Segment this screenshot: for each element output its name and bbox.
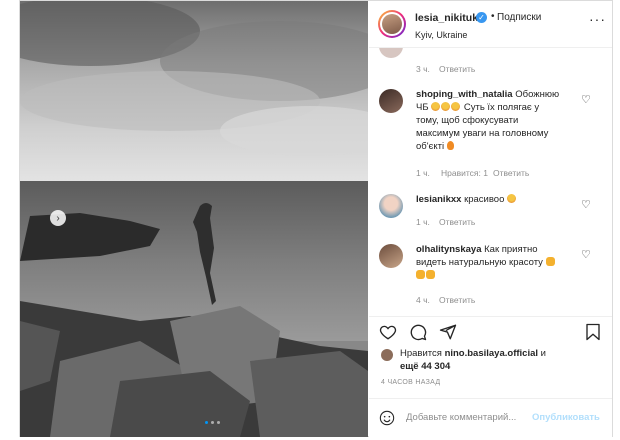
comment-text: красивоо: [464, 194, 505, 205]
clapping-hands-emoji-icon: [426, 270, 435, 279]
like-comment-heart-icon[interactable]: ♡: [581, 248, 591, 261]
heart-eyes-emoji-icon: [507, 194, 516, 203]
like-comment-heart-icon[interactable]: ♡: [581, 93, 591, 106]
post-header: lesia_nikituk ✓ • Подписки Kyiv, Ukraine…: [369, 1, 612, 48]
carousel-dot: [217, 421, 220, 424]
reply-button[interactable]: Ответить: [493, 168, 529, 178]
post-side-panel: lesia_nikituk ✓ • Подписки Kyiv, Ukraine…: [369, 1, 612, 437]
like-comment-heart-icon[interactable]: ♡: [581, 198, 591, 211]
add-comment-bar: Добавьте комментарий... Опубликовать: [369, 398, 612, 438]
author-avatar[interactable]: [378, 10, 406, 38]
carousel-indicator: [205, 421, 220, 424]
clapping-hands-emoji-icon: [416, 270, 425, 279]
comment-text: тому, щоб сфокусувати: [416, 115, 519, 126]
carousel-dot: [205, 421, 208, 424]
post-action-bar: [369, 316, 612, 347]
comment-text: видеть натуральную красоту: [416, 257, 543, 268]
fire-emoji-icon: [446, 141, 454, 150]
comment-item: shoping_with_natalia Обожнюю ЧБ Суть їх …: [369, 88, 612, 186]
post-timestamp[interactable]: 4 ЧАСОВ НАЗАД: [381, 379, 440, 386]
commenter-username[interactable]: shoping_with_natalia: [416, 89, 513, 100]
likes-prefix: Нравится: [400, 348, 442, 359]
publish-button[interactable]: Опубликовать: [532, 412, 600, 423]
heart-eyes-emoji-icon: [431, 102, 441, 111]
comment-text: об'єкті: [416, 141, 445, 152]
commenter-username[interactable]: olhalitynskaya: [416, 244, 481, 255]
reply-button[interactable]: Ответить: [439, 295, 475, 305]
liker-avatar[interactable]: [381, 349, 393, 361]
carousel-dot: [211, 421, 214, 424]
share-paper-plane-icon[interactable]: [439, 323, 457, 341]
like-heart-icon[interactable]: [379, 323, 397, 341]
comment-text: Обожнюю: [515, 89, 560, 100]
comment-time: 1 ч.: [416, 168, 430, 178]
more-horizontal-icon[interactable]: ···: [589, 11, 606, 27]
save-bookmark-icon[interactable]: [585, 323, 601, 341]
comment-text: максимум уваги на головному: [416, 128, 549, 139]
comment-item: lesianikxx красивоо ♡ 1 ч. Ответить: [369, 193, 612, 233]
clapping-hands-emoji-icon: [545, 257, 555, 266]
comment-likes-count[interactable]: Нравится: 1: [441, 168, 488, 178]
comment-time: 3 ч.: [416, 64, 430, 74]
post-location[interactable]: Kyiv, Ukraine: [415, 30, 467, 40]
follow-status-button[interactable]: Подписки: [497, 12, 541, 23]
comment-input[interactable]: Добавьте комментарий...: [406, 412, 516, 423]
heart-eyes-emoji-icon: [451, 102, 461, 111]
likes-count[interactable]: ещё 44 304: [400, 361, 450, 372]
commenter-username[interactable]: lesianikxx: [416, 194, 461, 205]
comments-list[interactable]: 3 ч. Ответить shoping_with_natalia Обожн…: [369, 48, 612, 316]
photo-image: [20, 1, 368, 437]
commenter-avatar[interactable]: [379, 244, 403, 268]
comment-time: 1 ч.: [416, 217, 430, 227]
comment-text: ЧБ: [416, 102, 429, 113]
reply-button[interactable]: Ответить: [439, 64, 475, 74]
comment-item: 3 ч. Ответить: [369, 48, 612, 76]
commenter-avatar[interactable]: [379, 89, 403, 113]
verified-check-icon: ✓: [476, 12, 487, 23]
comment-time: 4 ч.: [416, 295, 430, 305]
instagram-post-modal: › lesia_nikituk ✓ • Подписки Kyiv, Ukrai…: [0, 0, 620, 440]
comment-text: Как приятно: [484, 244, 538, 255]
liker-username[interactable]: nino.basilaya.official: [445, 348, 538, 359]
separator-bullet: •: [491, 11, 495, 22]
comment-text: Суть їх полягає у: [463, 102, 540, 113]
comment-item: olhalitynskaya Как приятно видеть натура…: [369, 243, 612, 313]
comment-bubble-icon[interactable]: [409, 323, 427, 341]
post-photo[interactable]: ›: [20, 1, 368, 437]
emoji-smile-icon[interactable]: [379, 410, 395, 426]
likes-conjunction: и: [540, 348, 546, 359]
chevron-right-icon: ›: [56, 212, 60, 224]
heart-eyes-emoji-icon: [441, 102, 451, 111]
carousel-next-button[interactable]: ›: [50, 210, 66, 226]
commenter-avatar[interactable]: [379, 48, 403, 58]
reply-button[interactable]: Ответить: [439, 217, 475, 227]
author-username[interactable]: lesia_nikituk: [415, 12, 478, 24]
commenter-avatar[interactable]: [379, 194, 403, 218]
